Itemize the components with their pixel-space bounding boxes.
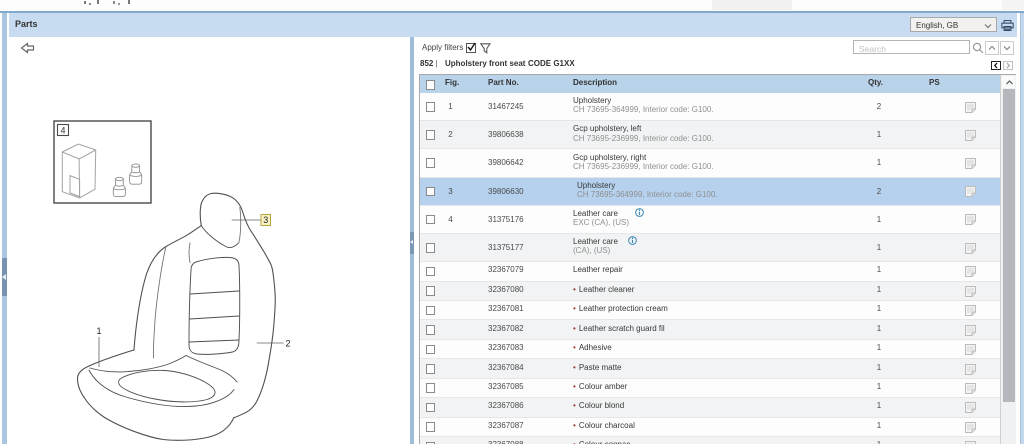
svg-text:3: 3 [263,215,268,225]
svg-text:2: 2 [285,339,290,349]
svg-text:4: 4 [60,126,65,136]
svg-text:1: 1 [96,326,101,336]
